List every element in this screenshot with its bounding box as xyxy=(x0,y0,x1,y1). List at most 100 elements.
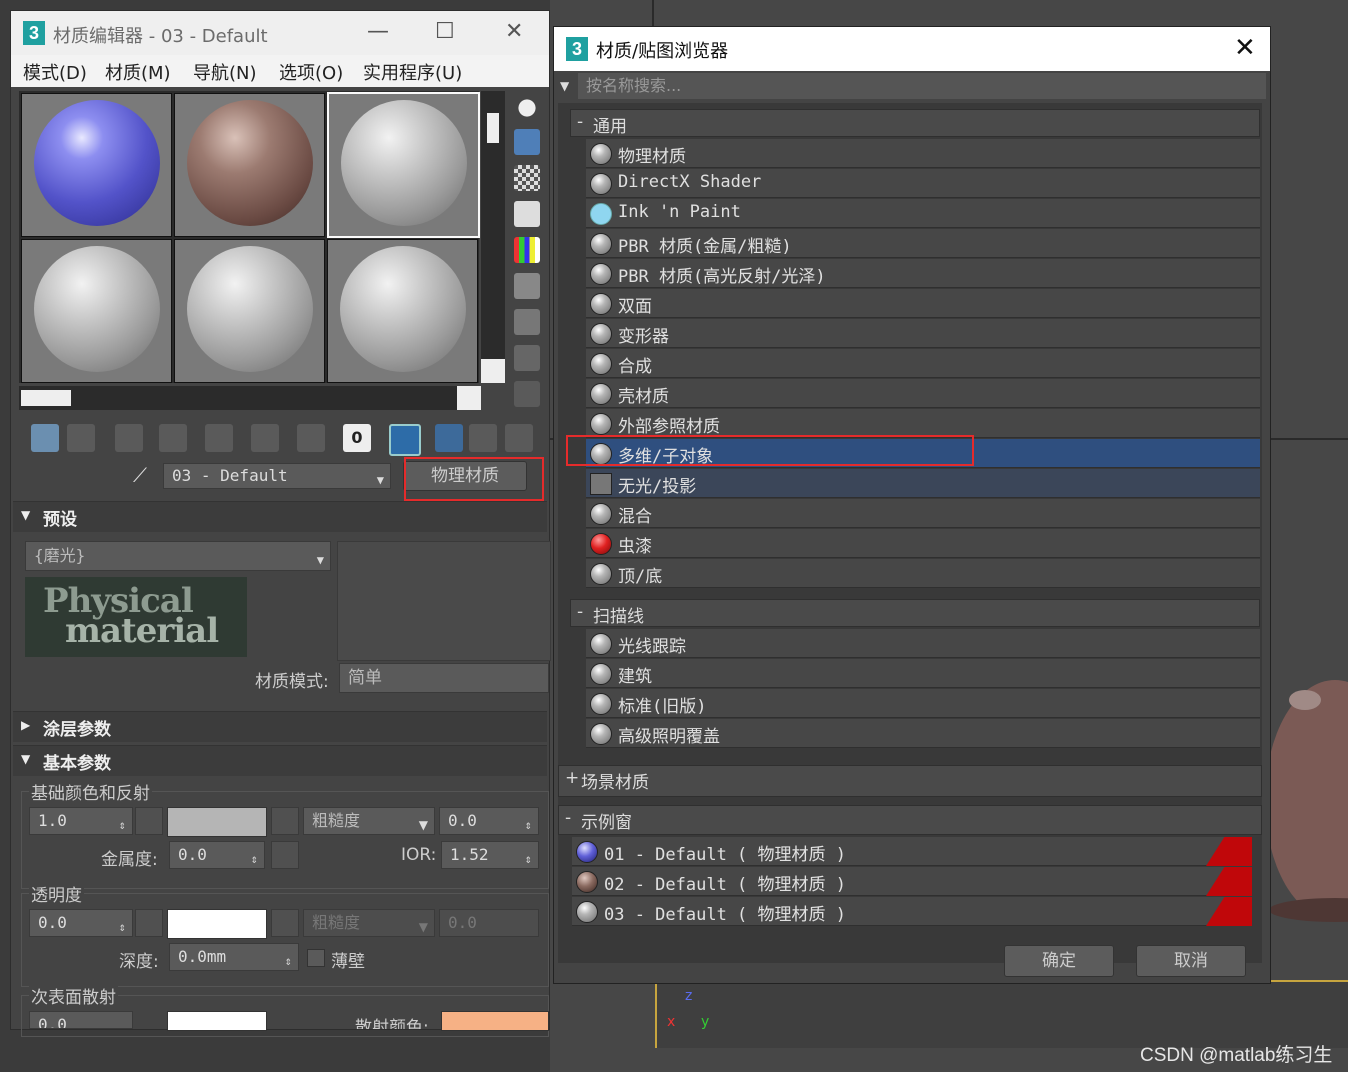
search-options-icon[interactable]: ▼ xyxy=(560,79,569,93)
transparency-spinner[interactable]: 0.0 ⇕ xyxy=(29,909,133,937)
list-item[interactable]: PBR 材质(高光反射/光泽) xyxy=(586,259,1260,288)
list-item[interactable]: 建筑 xyxy=(586,659,1260,688)
menu-mode[interactable]: 模式(D) xyxy=(23,59,87,85)
sample-uv-tiling-icon[interactable] xyxy=(514,201,540,227)
material-id-button[interactable]: 0 xyxy=(343,424,371,452)
close-icon[interactable]: ✕ xyxy=(505,19,523,44)
sss-color-swatch[interactable] xyxy=(167,1011,267,1031)
material-mode-dropdown[interactable]: 简单 xyxy=(339,663,549,693)
ior-spinner[interactable]: 1.52 ⇕ xyxy=(441,841,539,869)
menu-navigation[interactable]: 导航(N) xyxy=(193,59,257,85)
transparency-map-button[interactable] xyxy=(135,909,163,937)
metalness-map-button[interactable] xyxy=(271,841,299,869)
scroll-thumb[interactable] xyxy=(21,390,71,406)
item-label: 变形器 xyxy=(618,327,669,347)
list-item[interactable]: 01 - Default ( 物理材质 ) xyxy=(572,837,1252,866)
category-scene-materials[interactable]: + 场景材质 xyxy=(558,765,1262,797)
spinner-arrows-icon: ⇕ xyxy=(284,954,292,968)
select-by-material-icon[interactable] xyxy=(514,345,540,371)
list-item[interactable]: 外部参照材质 xyxy=(586,409,1260,438)
assign-to-selection-icon[interactable] xyxy=(115,424,143,452)
get-material-icon[interactable] xyxy=(31,424,59,452)
show-end-result-icon[interactable] xyxy=(435,424,463,452)
base-color-swatch[interactable] xyxy=(167,807,267,837)
eyedropper-icon[interactable]: ⟋ xyxy=(133,463,155,487)
title-bar[interactable]: 3 材质编辑器 - 03 - Default — ☐ ✕ xyxy=(11,11,549,55)
list-item[interactable]: 无光/投影 xyxy=(586,469,1260,498)
put-to-scene-icon[interactable] xyxy=(67,424,95,452)
make-preview-icon[interactable] xyxy=(514,273,540,299)
search-input[interactable]: 按名称搜索... xyxy=(578,73,1266,99)
list-item[interactable]: 壳材质 xyxy=(586,379,1260,408)
video-color-check-icon[interactable] xyxy=(514,237,540,263)
list-item[interactable]: 合成 xyxy=(586,349,1260,378)
roughness-spinner[interactable]: 0.0 ⇕ xyxy=(439,807,539,835)
list-item[interactable]: 03 - Default ( 物理材质 ) xyxy=(572,897,1252,926)
category-general[interactable]: - 通用 xyxy=(570,109,1260,137)
list-item[interactable]: DirectX Shader xyxy=(586,169,1260,198)
base-weight-map-button[interactable] xyxy=(135,807,163,835)
list-item[interactable]: 混合 xyxy=(586,499,1260,528)
list-item[interactable]: 双面 xyxy=(586,289,1260,318)
sample-type-sphere-icon[interactable] xyxy=(514,95,540,121)
list-item[interactable]: 标准(旧版) xyxy=(586,689,1260,718)
maximize-icon[interactable]: ☐ xyxy=(435,19,455,44)
rollup-basic[interactable]: ▼ 基本参数 xyxy=(13,745,547,776)
backlight-icon[interactable] xyxy=(514,129,540,155)
rollup-coating[interactable]: ▶ 涂层参数 xyxy=(13,711,547,742)
list-item[interactable]: 02 - Default ( 物理材质 ) xyxy=(572,867,1252,896)
category-scanline[interactable]: - 扫描线 xyxy=(570,599,1260,627)
preset-dropdown[interactable]: {磨光} ▼ xyxy=(25,541,331,571)
roughness-dropdown[interactable]: 粗糙度 ▼ xyxy=(303,807,435,835)
show-shaded-map-icon[interactable] xyxy=(389,424,421,456)
vertical-scrollbar[interactable] xyxy=(481,91,505,383)
depth-spinner[interactable]: 0.0mm ⇕ xyxy=(169,943,299,971)
sample-slot-1[interactable] xyxy=(21,93,172,237)
save-to-library-icon[interactable] xyxy=(297,424,325,452)
metalness-spinner[interactable]: 0.0 ⇕ xyxy=(169,841,265,869)
sss-spinner[interactable]: 0.0 xyxy=(29,1011,133,1029)
base-color-map-button[interactable] xyxy=(271,807,299,835)
make-copy-icon[interactable] xyxy=(205,424,233,452)
background-checker-icon[interactable] xyxy=(514,165,540,191)
viewport-perspective[interactable]: z x y xyxy=(655,980,1348,1048)
list-item[interactable]: 高级照明覆盖 xyxy=(586,719,1260,748)
transparency-color-map-button[interactable] xyxy=(271,909,299,937)
base-weight-spinner[interactable]: 1.0 ⇕ xyxy=(29,807,133,835)
delete-icon[interactable] xyxy=(159,424,187,452)
ok-button[interactable]: 确定 xyxy=(1004,945,1114,977)
thin-wall-checkbox[interactable] xyxy=(307,949,325,967)
material-name-field[interactable]: 03 - Default ▼ xyxy=(163,463,391,489)
sample-slot-6[interactable] xyxy=(327,239,478,383)
category-sample-slots[interactable]: - 示例窗 xyxy=(558,805,1262,835)
cancel-button[interactable]: 取消 xyxy=(1136,945,1246,977)
minimize-icon[interactable]: — xyxy=(367,19,389,44)
rollup-presets[interactable]: ▼ 预设 xyxy=(13,501,547,532)
sample-slot-2[interactable] xyxy=(174,93,325,237)
list-item[interactable]: 物理材质 xyxy=(586,139,1260,168)
list-item[interactable]: 虫漆 xyxy=(586,529,1260,558)
expand-icon: + xyxy=(565,768,580,788)
title-bar[interactable]: 3 材质/贴图浏览器 ✕ xyxy=(554,27,1270,71)
sample-slot-4[interactable] xyxy=(21,239,172,383)
scatter-color-swatch[interactable] xyxy=(441,1011,549,1031)
go-to-parent-icon[interactable] xyxy=(469,424,497,452)
material-navigator-icon[interactable] xyxy=(514,381,540,407)
list-item[interactable]: Ink 'n Paint xyxy=(586,199,1260,228)
list-item[interactable]: PBR 材质(金属/粗糙) xyxy=(586,229,1260,258)
transparency-color-swatch[interactable] xyxy=(167,909,267,939)
list-item[interactable]: 顶/底 xyxy=(586,559,1260,588)
options-icon[interactable] xyxy=(514,309,540,335)
list-item[interactable]: 变形器 xyxy=(586,319,1260,348)
menu-options[interactable]: 选项(O) xyxy=(279,59,343,85)
list-item[interactable]: 光线跟踪 xyxy=(586,629,1260,658)
sample-slot-5[interactable] xyxy=(174,239,325,383)
scroll-thumb[interactable] xyxy=(487,113,499,143)
close-icon[interactable]: ✕ xyxy=(1234,33,1256,63)
menu-material[interactable]: 材质(M) xyxy=(105,59,171,85)
sample-slot-3[interactable] xyxy=(327,92,480,238)
menu-utilities[interactable]: 实用程序(U) xyxy=(363,59,462,85)
make-unique-icon[interactable] xyxy=(251,424,279,452)
horizontal-scrollbar[interactable] xyxy=(19,386,481,410)
go-forward-sibling-icon[interactable] xyxy=(505,424,533,452)
